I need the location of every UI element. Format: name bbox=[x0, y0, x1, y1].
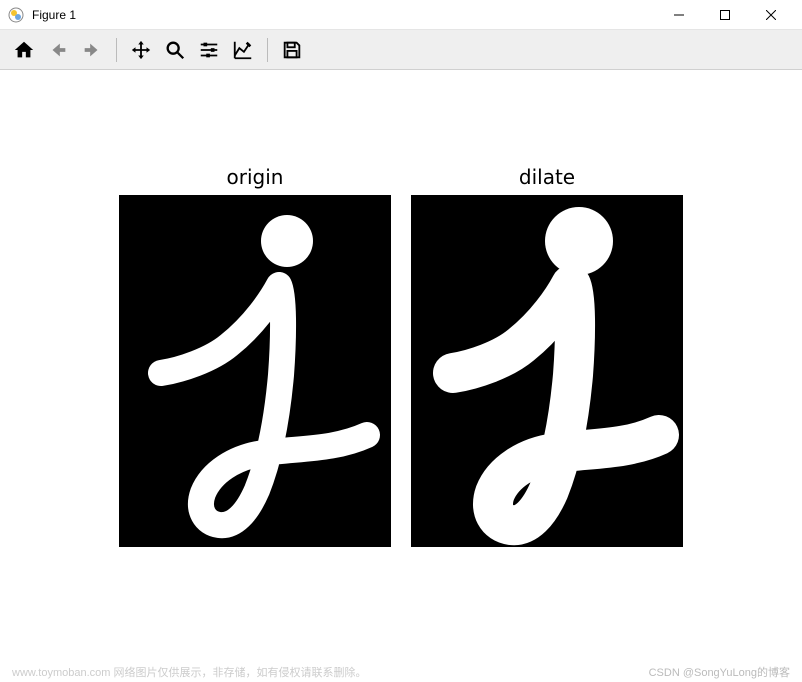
window-title: Figure 1 bbox=[32, 8, 76, 22]
close-button[interactable] bbox=[748, 0, 794, 30]
subplot-title: origin bbox=[227, 165, 284, 189]
configure-subplots-button[interactable] bbox=[193, 34, 225, 66]
edit-axes-button[interactable] bbox=[227, 34, 259, 66]
image-dilate bbox=[411, 195, 683, 547]
toolbar-separator bbox=[116, 38, 117, 62]
zoom-button[interactable] bbox=[159, 34, 191, 66]
home-button[interactable] bbox=[8, 34, 40, 66]
footer: www.toymoban.com 网络图片仅供展示，非存储，如有侵权请联系删除。… bbox=[0, 662, 802, 682]
toolbar-separator bbox=[267, 38, 268, 62]
save-button[interactable] bbox=[276, 34, 308, 66]
image-origin bbox=[119, 195, 391, 547]
footer-right: CSDN @SongYuLong的博客 bbox=[649, 664, 790, 680]
app-icon bbox=[8, 7, 24, 23]
titlebar: Figure 1 bbox=[0, 0, 802, 30]
footer-left: www.toymoban.com 网络图片仅供展示，非存储，如有侵权请联系删除。 bbox=[12, 664, 649, 680]
back-button[interactable] bbox=[42, 34, 74, 66]
maximize-button[interactable] bbox=[702, 0, 748, 30]
minimize-button[interactable] bbox=[656, 0, 702, 30]
forward-button[interactable] bbox=[76, 34, 108, 66]
subplot-title: dilate bbox=[519, 165, 575, 189]
pan-button[interactable] bbox=[125, 34, 157, 66]
window-controls bbox=[656, 0, 794, 30]
subplot-origin: origin bbox=[119, 165, 391, 547]
subplot-dilate: dilate bbox=[411, 165, 683, 547]
toolbar bbox=[0, 30, 802, 70]
figure-canvas[interactable]: origin dilate bbox=[0, 70, 802, 662]
